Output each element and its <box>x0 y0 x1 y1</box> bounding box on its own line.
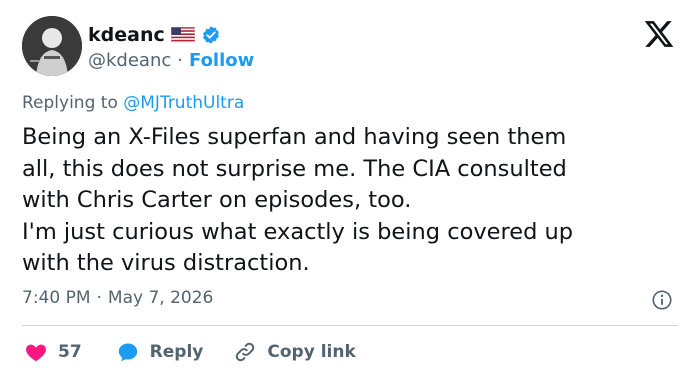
reply-button[interactable]: Reply <box>116 340 204 364</box>
author-handle-row: @kdeanc · Follow <box>88 48 254 72</box>
avatar[interactable] <box>22 16 82 76</box>
x-logo-icon[interactable] <box>643 18 675 50</box>
author-display-name[interactable]: kdeanc <box>88 24 165 46</box>
copy-link-button[interactable]: Copy link <box>233 340 356 364</box>
reply-bubble-icon <box>116 340 140 364</box>
divider <box>22 325 678 326</box>
copy-link-label: Copy link <box>267 342 356 362</box>
like-button[interactable]: 57 <box>24 340 82 364</box>
tweet-timestamp[interactable]: 7:40 PM · May 7, 2026 <box>22 288 213 308</box>
tweet-time: 7:40 PM <box>22 288 91 308</box>
author-handle[interactable]: @kdeanc <box>88 50 171 71</box>
tweet-text-line: I'm just curious what exactly is being c… <box>22 218 574 245</box>
info-icon[interactable] <box>651 289 673 311</box>
link-icon <box>233 340 257 364</box>
reply-context: Replying to @MJTruthUltra <box>22 93 244 113</box>
reply-context-prefix: Replying to <box>22 93 118 113</box>
tweet-text-line: with the virus distraction. <box>22 250 310 276</box>
reply-label: Reply <box>149 342 204 362</box>
tweet-actions: 57 Reply Copy link <box>22 336 356 368</box>
reply-context-handle[interactable]: @MJTruthUltra <box>123 93 244 113</box>
timestamp-separator: · <box>96 288 102 308</box>
handle-separator: · <box>177 49 183 71</box>
like-count: 57 <box>58 342 82 362</box>
tweet-text-line: with Chris Carter on episodes, too. <box>22 187 412 213</box>
heart-icon <box>24 340 48 364</box>
author-name-row: kdeanc <box>88 22 221 48</box>
verified-badge-icon <box>201 25 221 45</box>
tweet-text-line: all, this does not surprise me. The CIA … <box>22 155 567 182</box>
tweet-text-line: Being an X-Files superfan and having see… <box>22 124 567 150</box>
follow-button[interactable]: Follow <box>189 50 254 71</box>
us-flag-icon <box>170 26 196 44</box>
avatar-image <box>22 16 82 76</box>
tweet-date: May 7, 2026 <box>107 288 214 308</box>
tweet-text: Being an X-Files superfan and having see… <box>22 122 682 280</box>
